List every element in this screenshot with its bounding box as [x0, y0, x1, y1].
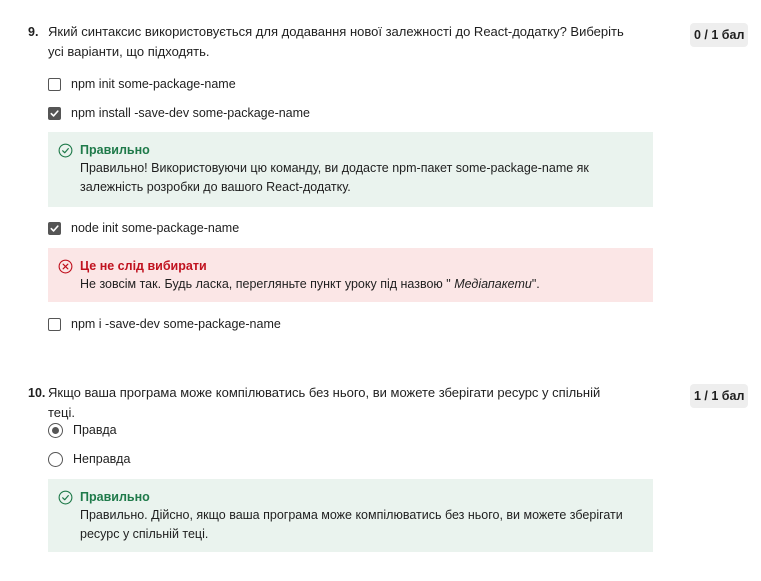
- checkbox-check-icon: [50, 224, 59, 232]
- feedback-text: Правильно. Дійсно, якщо ваша програма мо…: [80, 508, 623, 541]
- option-label: npm install -save-dev some-package-name: [71, 106, 310, 120]
- feedback-title: Правильно: [80, 143, 150, 157]
- feedback-text: Не зовсім так. Будь ласка, перегляньте п…: [80, 275, 641, 294]
- score-badge: 1 / 1 бал: [690, 384, 749, 408]
- radio-selected[interactable]: [48, 422, 63, 438]
- question-number: 10.: [28, 386, 46, 400]
- check-circle-icon: [58, 143, 73, 158]
- option-false[interactable]: Неправда: [48, 450, 130, 468]
- feedback-text-after: ".: [531, 277, 540, 291]
- radio-dot: [52, 426, 59, 434]
- checkbox-unchecked[interactable]: [48, 77, 61, 91]
- feedback-correct: Правильно Правильно! Використовуючи цю к…: [48, 132, 653, 207]
- feedback-title: Це не слід вибирати: [80, 259, 207, 273]
- check-circle-icon: [58, 490, 73, 505]
- checkbox-check-icon: [50, 109, 59, 117]
- option-4[interactable]: npm i -save-dev some-package-name: [48, 315, 281, 333]
- option-3[interactable]: node init some-package-name: [48, 219, 239, 237]
- option-2[interactable]: npm install -save-dev some-package-name: [48, 104, 310, 122]
- score-badge: 0 / 1 бал: [690, 23, 749, 47]
- lesson-name: Медіапакети: [454, 277, 532, 291]
- option-1[interactable]: npm init some-package-name: [48, 75, 236, 93]
- feedback-correct: Правильно Правильно. Дійсно, якщо ваша п…: [48, 479, 653, 552]
- radio-unselected[interactable]: [48, 451, 63, 467]
- question-text: Який синтаксис використовується для дода…: [48, 24, 624, 59]
- option-label: Неправда: [73, 452, 131, 466]
- question-text: Якщо ваша програма може компілюватись бе…: [48, 385, 601, 420]
- option-label: npm i -save-dev some-package-name: [71, 317, 281, 331]
- checkbox-checked[interactable]: [48, 221, 61, 235]
- feedback-wrong: Це не слід вибирати Не зовсім так. Будь …: [48, 248, 653, 302]
- option-label: npm init some-package-name: [71, 77, 236, 91]
- question-number: 9.: [28, 25, 39, 39]
- option-true[interactable]: Правда: [48, 421, 117, 439]
- checkbox-checked[interactable]: [48, 106, 61, 120]
- feedback-title: Правильно: [80, 490, 150, 504]
- checkbox-unchecked[interactable]: [48, 317, 61, 331]
- feedback-text-before: Не зовсім так. Будь ласка, перегляньте п…: [80, 277, 455, 291]
- option-label: node init some-package-name: [71, 221, 240, 235]
- x-circle-icon: [58, 259, 73, 274]
- feedback-text: Правильно! Використовуючи цю команду, ви…: [80, 161, 589, 194]
- option-label: Правда: [73, 423, 117, 437]
